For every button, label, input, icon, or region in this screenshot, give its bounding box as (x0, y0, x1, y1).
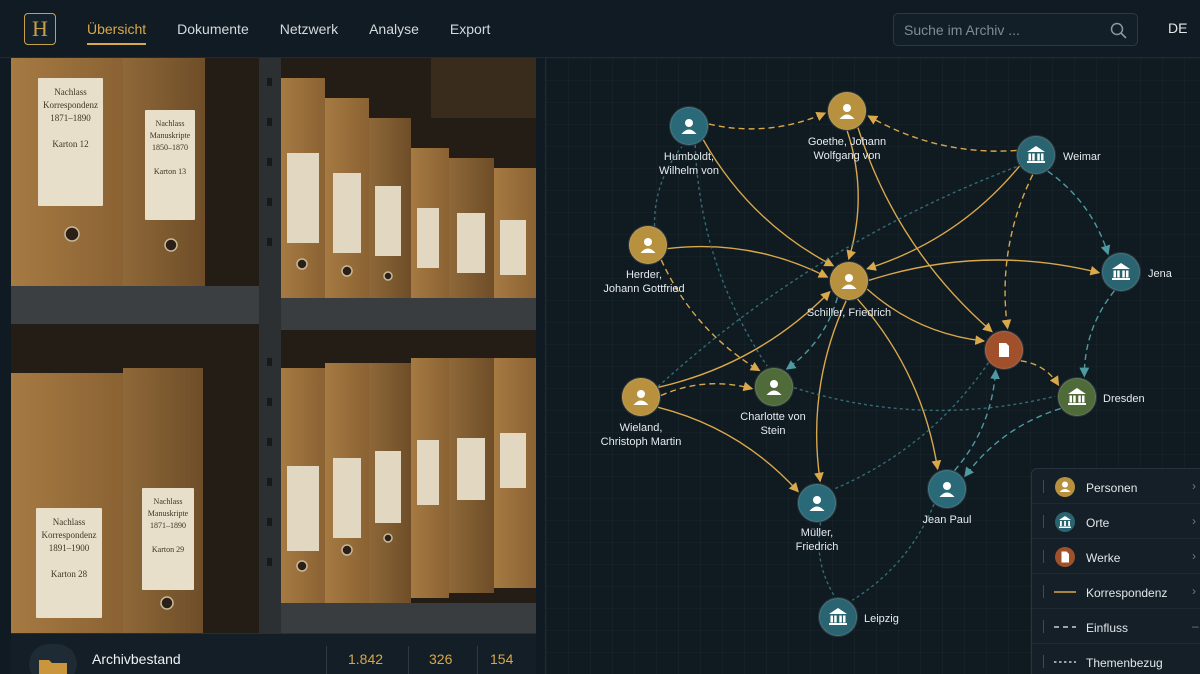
chevron-right-icon: › (1192, 584, 1196, 598)
nav-item-dokumente[interactable]: Dokumente (177, 0, 249, 58)
top-bar: H Übersicht Dokumente Netzwerk Analyse E… (0, 0, 1200, 58)
network-edge (814, 300, 847, 483)
legend-item-einfluss[interactable]: Einfluss – (1032, 609, 1200, 644)
node-label-leipzig: Leipzig (864, 613, 899, 625)
network-edge (857, 298, 942, 471)
network-edge (1020, 360, 1060, 387)
network-edge (694, 144, 768, 367)
chevron-right-icon: › (1192, 549, 1196, 563)
network-node-dresden[interactable] (1057, 377, 1097, 417)
network-node-jeanpaul[interactable] (927, 469, 967, 509)
nav-item-analyse[interactable]: Analyse (369, 0, 419, 58)
network-edge (868, 259, 1101, 282)
network-node-goethe[interactable] (827, 91, 867, 131)
language-switch[interactable]: DE (1168, 20, 1187, 36)
legend-item-korrespondenz[interactable]: Korrespondenz › (1032, 574, 1200, 609)
node-label-humboldt: Humboldt, Wilhelm von (659, 151, 719, 177)
node-label-schiller: Schiller, Friedrich (806, 307, 892, 319)
box-label: Nachlass Korrespondenz 1891–1900 Karton … (36, 508, 102, 618)
node-label-wieland: Wieland, Christoph Martin (600, 422, 682, 448)
stat-value: 326 (429, 651, 453, 667)
network-edge (964, 407, 1061, 478)
main-nav: Übersicht Dokumente Netzwerk Analyse Exp… (87, 0, 521, 58)
folder-icon (29, 644, 77, 674)
node-label-dresden: Dresden (1103, 393, 1145, 405)
node-label-mueller: Müller, Friedrich (795, 527, 839, 553)
box-label: Nachlass Korrespondenz 1871–1890 Karton … (38, 78, 103, 206)
network-node-leipzig[interactable] (818, 597, 858, 637)
archive-photo: Nachlass Korrespondenz 1871–1890 Karton … (11, 58, 536, 633)
document-icon (999, 343, 1009, 357)
nav-item-uebersicht[interactable]: Übersicht (87, 0, 147, 58)
network-node-herder[interactable] (628, 225, 668, 265)
search-input[interactable] (904, 21, 1104, 39)
stat-value: 154 (490, 651, 514, 667)
legend-item-werke[interactable]: Werke › (1032, 539, 1200, 574)
network-edge (793, 386, 1056, 412)
minus-icon: – (1192, 619, 1199, 633)
legend-item-orte[interactable]: Orte › (1032, 504, 1200, 539)
building-icon (1055, 512, 1075, 532)
box-label: Nachlass Manuskripte 1850–1870 Karton 13 (145, 110, 195, 220)
divider (477, 646, 478, 674)
network-node-schiller[interactable] (829, 261, 869, 301)
legend-panel: Personen › Orte › Werke › Korrespondenz … (1031, 468, 1200, 674)
network-edge (866, 165, 1020, 271)
search-icon[interactable] (1110, 22, 1127, 39)
app-logo[interactable]: H (24, 13, 56, 45)
chevron-right-icon: › (1192, 479, 1196, 493)
network-edge (954, 369, 1000, 471)
network-node-mueller[interactable] (797, 483, 837, 523)
solid-line-icon (1054, 591, 1076, 593)
network-node-werk[interactable] (984, 330, 1024, 370)
nav-item-netzwerk[interactable]: Netzwerk (280, 0, 338, 58)
chevron-right-icon: › (1192, 514, 1196, 528)
network-node-humboldt[interactable] (669, 106, 709, 146)
network-edge (1047, 170, 1111, 256)
divider (408, 646, 409, 674)
archive-info-bar: Archivbestand 1.842 326 154 (11, 633, 536, 674)
divider (326, 646, 327, 674)
nav-item-export[interactable]: Export (450, 0, 490, 58)
node-label-jeanpaul: Jean Paul (922, 514, 972, 526)
network-edge (1001, 174, 1034, 330)
legend-item-personen[interactable]: Personen › (1032, 469, 1200, 504)
node-label-goethe: Goethe, Johann Wolfgang von (807, 136, 887, 162)
box-label: Nachlass Manuskripte 1871–1890 Karton 29 (142, 488, 194, 590)
legend-item-themenbezug[interactable]: Themenbezug (1032, 644, 1200, 674)
network-node-jena[interactable] (1101, 252, 1141, 292)
person-icon (1055, 477, 1075, 497)
node-label-weimar: Weimar (1063, 151, 1101, 163)
node-label-herder: Herder, Johann Gottfried (603, 269, 685, 295)
network-edge (1079, 290, 1115, 378)
archive-title: Archivbestand (92, 651, 181, 667)
search-box (893, 13, 1138, 46)
network-edge (708, 112, 827, 130)
stat-value: 1.842 (348, 651, 384, 667)
node-label-stein: Charlotte von Stein (740, 411, 806, 437)
network-node-stein[interactable] (754, 367, 794, 407)
node-label-jena: Jena (1148, 268, 1172, 280)
dashed-line-icon (1054, 626, 1076, 628)
dotted-line-icon (1054, 661, 1076, 663)
network-node-weimar[interactable] (1016, 135, 1056, 175)
document-icon (1055, 547, 1075, 567)
network-edge (660, 381, 754, 397)
network-node-wieland[interactable] (621, 377, 661, 417)
